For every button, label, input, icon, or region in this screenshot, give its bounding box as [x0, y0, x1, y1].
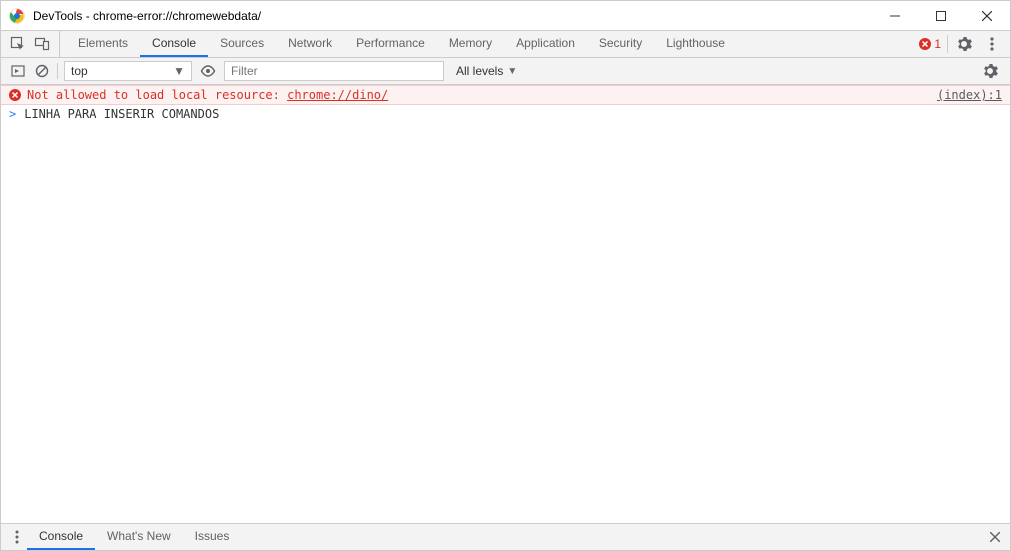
tab-sources[interactable]: Sources — [208, 31, 276, 57]
drawer: Console What's New Issues — [1, 523, 1010, 550]
drawer-tab-console[interactable]: Console — [27, 524, 95, 550]
tab-lighthouse[interactable]: Lighthouse — [654, 31, 737, 57]
console-error-row: Not allowed to load local resource: chro… — [1, 85, 1010, 105]
error-icon — [9, 89, 21, 101]
prompt-icon: > — [9, 107, 16, 121]
main-tabs-row: Elements Console Sources Network Perform… — [1, 31, 1010, 58]
maximize-button[interactable] — [918, 1, 964, 31]
error-icon — [919, 38, 931, 50]
error-count-badge[interactable]: 1 — [913, 35, 948, 53]
minimize-button[interactable] — [872, 1, 918, 31]
drawer-tab-issues[interactable]: Issues — [183, 524, 242, 550]
error-message: Not allowed to load local resource: — [27, 88, 287, 102]
error-count: 1 — [934, 37, 941, 51]
context-select[interactable]: top ▼ — [64, 61, 192, 81]
error-resource-link[interactable]: chrome://dino/ — [287, 88, 388, 102]
tab-security[interactable]: Security — [587, 31, 654, 57]
log-levels-select[interactable]: All levels ▼ — [450, 64, 523, 78]
toggle-sidebar-icon[interactable] — [9, 62, 27, 80]
tab-network[interactable]: Network — [276, 31, 344, 57]
drawer-close-icon[interactable] — [980, 524, 1010, 550]
tab-console[interactable]: Console — [140, 31, 208, 57]
window-title: DevTools - chrome-error://chromewebdata/ — [33, 9, 261, 23]
log-levels-label: All levels — [456, 64, 503, 78]
tab-application[interactable]: Application — [504, 31, 587, 57]
error-source-link[interactable]: (index):1 — [937, 88, 1002, 102]
context-select-value: top — [71, 64, 88, 78]
live-expression-icon[interactable] — [198, 61, 218, 81]
console-output: Not allowed to load local resource: chro… — [1, 85, 1010, 523]
console-toolbar: top ▼ All levels ▼ — [1, 58, 1010, 85]
chrome-icon — [9, 8, 25, 24]
more-icon[interactable] — [980, 32, 1004, 56]
chevron-down-icon: ▼ — [507, 66, 517, 77]
console-input-text: LINHA PARA INSERIR COMANDOS — [24, 107, 219, 121]
drawer-tab-whats-new[interactable]: What's New — [95, 524, 183, 550]
chevron-down-icon: ▼ — [173, 64, 185, 78]
filter-input[interactable] — [224, 61, 444, 81]
device-toggle-icon[interactable] — [31, 33, 53, 55]
drawer-more-icon[interactable] — [7, 524, 27, 550]
inspect-element-icon[interactable] — [7, 33, 29, 55]
titlebar: DevTools - chrome-error://chromewebdata/ — [1, 1, 1010, 31]
tab-memory[interactable]: Memory — [437, 31, 504, 57]
clear-console-icon[interactable] — [33, 62, 51, 80]
tab-elements[interactable]: Elements — [66, 31, 140, 57]
console-input-row[interactable]: > LINHA PARA INSERIR COMANDOS — [1, 105, 1010, 123]
console-settings-icon[interactable] — [978, 59, 1002, 83]
tab-performance[interactable]: Performance — [344, 31, 437, 57]
settings-icon[interactable] — [952, 32, 976, 56]
close-button[interactable] — [964, 1, 1010, 31]
main-tabs: Elements Console Sources Network Perform… — [66, 31, 737, 57]
